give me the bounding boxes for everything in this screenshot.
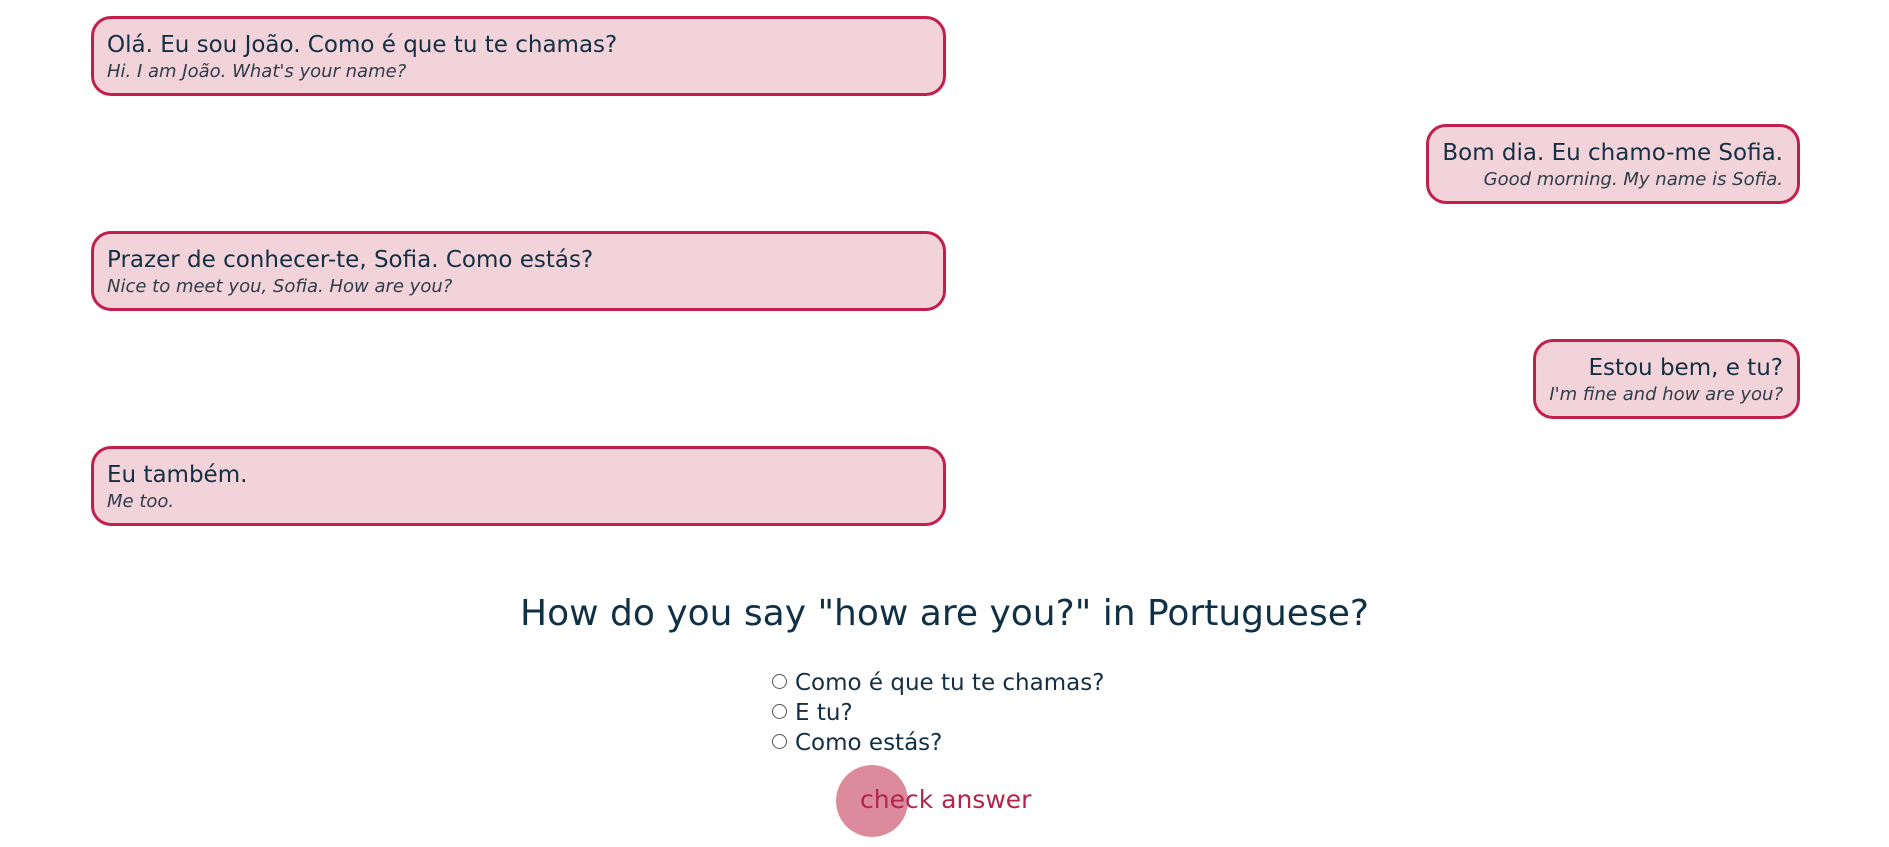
bubble-portuguese-text: Olá. Eu sou João. Como é que tu te chama… (107, 32, 618, 58)
quiz-option-1[interactable]: Como é que tu te chamas? (772, 668, 1104, 698)
dialogue-bubble-joao-1: Olá. Eu sou João. Como é que tu te chama… (91, 16, 946, 96)
bubble-english-translation: Hi. I am João. What's your name? (107, 61, 407, 82)
check-answer-label[interactable]: check answer (860, 785, 1031, 815)
dialogue-bubble-joao-2: Prazer de conhecer-te, Sofia. Como estás… (91, 231, 946, 311)
quiz-question: How do you say "how are you?" in Portugu… (520, 593, 1369, 634)
radio-button[interactable] (772, 673, 787, 689)
bubble-english-translation: I'm fine and how are you? (1549, 384, 1783, 405)
option-label: Como estás? (795, 730, 943, 756)
radio-button[interactable] (772, 733, 787, 749)
dialogue-bubble-sofia-2: Estou bem, e tu? I'm fine and how are yo… (1533, 339, 1800, 419)
bubble-english-translation: Nice to meet you, Sofia. How are you? (107, 276, 453, 297)
bubble-portuguese-text: Estou bem, e tu? (1588, 355, 1783, 381)
quiz-option-3[interactable]: Como estás? (772, 728, 1104, 758)
dialogue-bubble-joao-3: Eu também. Me too. (91, 446, 946, 526)
quiz-options: Como é que tu te chamas? E tu? Como está… (772, 668, 1104, 758)
bubble-portuguese-text: Eu também. (107, 462, 248, 488)
bubble-portuguese-text: Bom dia. Eu chamo-me Sofia. (1442, 140, 1783, 166)
bubble-portuguese-text: Prazer de conhecer-te, Sofia. Como estás… (107, 247, 594, 273)
quiz-option-2[interactable]: E tu? (772, 698, 1104, 728)
bubble-english-translation: Me too. (107, 491, 175, 512)
radio-button[interactable] (772, 703, 787, 719)
option-label: Como é que tu te chamas? (795, 670, 1105, 696)
dialogue-bubble-sofia-1: Bom dia. Eu chamo-me Sofia. Good morning… (1426, 124, 1800, 204)
option-label: E tu? (795, 700, 853, 726)
bubble-english-translation: Good morning. My name is Sofia. (1483, 169, 1783, 190)
